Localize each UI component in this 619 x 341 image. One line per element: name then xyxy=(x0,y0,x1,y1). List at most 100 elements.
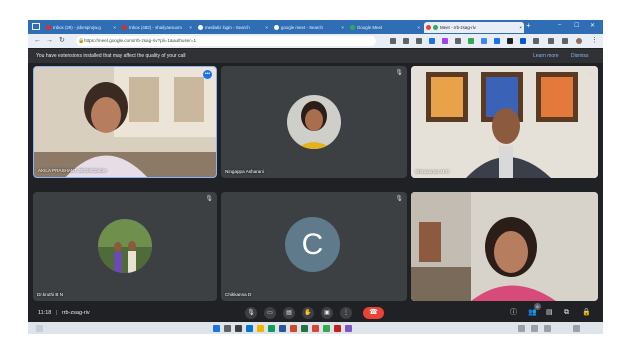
url-field[interactable]: 🔒 https://meet.google.com/rrb-zsag-riv?p… xyxy=(76,36,376,46)
close-icon[interactable]: × xyxy=(265,22,268,33)
google-icon xyxy=(274,24,279,30)
file-explorer-icon[interactable] xyxy=(257,325,264,332)
start-icon[interactable] xyxy=(213,325,220,332)
recording-icon xyxy=(426,24,431,30)
mic-off-icon: 🎙 xyxy=(205,196,213,202)
present-button[interactable]: ▣ xyxy=(321,307,333,319)
meet-icon xyxy=(433,24,438,30)
close-icon[interactable]: × xyxy=(519,22,522,33)
tab-google-meet-search[interactable]: google meet - Search × xyxy=(272,22,346,33)
camera-icon: ▭ xyxy=(267,310,273,316)
close-icon[interactable]: × xyxy=(113,22,116,33)
extension-icon[interactable] xyxy=(429,38,435,44)
system-tray-icon[interactable] xyxy=(518,325,525,332)
tab-bar: Inbox (29) - jsbesprojw.g × Inbox (482) -… xyxy=(28,20,603,34)
camera-button[interactable]: ▭ xyxy=(264,307,276,319)
chrome-icon[interactable] xyxy=(312,325,319,332)
extension-icon[interactable] xyxy=(442,38,448,44)
gmail-icon xyxy=(46,24,51,30)
participant-tile[interactable] xyxy=(411,192,598,301)
close-icon[interactable]: × xyxy=(417,22,420,33)
app-icon[interactable] xyxy=(334,325,341,332)
close-window-icon[interactable]: ✕ xyxy=(590,22,595,29)
close-icon[interactable]: × xyxy=(189,22,192,33)
dismiss-link[interactable]: Dismiss xyxy=(571,49,589,63)
lock-icon: 🔒 xyxy=(78,38,85,44)
volume-icon[interactable] xyxy=(544,325,551,332)
participant-tile[interactable]: 🎙 Ningappa Asharani xyxy=(221,66,407,178)
powerpoint-icon[interactable] xyxy=(290,325,297,332)
participant-tile[interactable]: 🎙 Shivakumar M G xyxy=(411,66,598,178)
sidebar-icon[interactable] xyxy=(562,38,568,44)
window-menu-icon[interactable] xyxy=(32,23,40,30)
meeting-controls-bar: 11:18 | rrb-zsag-riv 🎙 ▭ ▤ ✋ ▣ ⋮ ☎ ⓘ 👥 6… xyxy=(28,303,603,322)
extension-icon[interactable] xyxy=(455,38,461,44)
clock-icon[interactable] xyxy=(573,325,580,332)
extensions-warning-bar: You have extensions installed that may a… xyxy=(28,49,603,63)
mic-off-icon: 🎙 xyxy=(395,196,403,202)
tab-google-meet[interactable]: Google Meet × xyxy=(348,22,422,33)
participant-name: Ningappa Asharani xyxy=(225,169,264,174)
extension-icon[interactable] xyxy=(520,38,526,44)
meeting-details-icon[interactable]: ⓘ xyxy=(510,308,517,318)
more-options-icon[interactable]: ⋮ xyxy=(591,36,598,46)
network-icon[interactable] xyxy=(531,325,538,332)
task-view-icon[interactable] xyxy=(235,325,242,332)
bookmark-icon[interactable] xyxy=(416,38,422,44)
participant-avatar xyxy=(287,95,341,149)
participant-tile[interactable]: 🎙 Dr.kruthi B N xyxy=(33,192,217,301)
mic-button[interactable]: 🎙 xyxy=(245,307,257,319)
separator: | xyxy=(55,310,58,316)
more-options-button[interactable]: ⋮ xyxy=(340,307,352,319)
tab-mediatiz-search[interactable]: mediatiz login - Search × xyxy=(196,22,270,33)
learn-more-link[interactable]: Learn more xyxy=(533,49,559,63)
translate-icon[interactable] xyxy=(403,38,409,44)
edge-icon[interactable] xyxy=(246,325,253,332)
meeting-code: rrb-zsag-riv xyxy=(61,310,90,316)
raise-hand-button[interactable]: ✋ xyxy=(302,307,314,319)
word-icon[interactable] xyxy=(279,325,286,332)
host-controls-icon[interactable]: 🔒 xyxy=(582,308,591,318)
extension-icon[interactable] xyxy=(468,38,474,44)
extensions-puzzle-icon[interactable] xyxy=(548,38,554,44)
close-icon[interactable]: × xyxy=(341,22,344,33)
chat-icon[interactable]: ▤ xyxy=(546,308,553,318)
captions-button[interactable]: ▤ xyxy=(283,307,295,319)
extension-icon[interactable] xyxy=(533,38,539,44)
maximize-icon[interactable]: ☐ xyxy=(574,22,579,29)
browser-window: Inbox (29) - jsbesprojw.g × Inbox (482) -… xyxy=(28,20,603,322)
participant-tile[interactable]: C 🎙 Chikkanna D xyxy=(221,192,407,301)
extension-icon[interactable] xyxy=(507,38,513,44)
new-tab-icon[interactable]: + xyxy=(526,21,531,30)
participant-name: Chikkanna D xyxy=(225,292,252,297)
back-icon[interactable]: ← xyxy=(34,36,41,46)
minimize-icon[interactable]: – xyxy=(558,22,561,28)
activities-icon[interactable]: ⧉ xyxy=(564,308,569,318)
end-call-button[interactable]: ☎ xyxy=(363,307,384,319)
profile-avatar-icon[interactable] xyxy=(576,38,582,44)
address-bar: ← → ↻ 🔒 https://meet.google.com/rrb-zsag… xyxy=(28,34,603,48)
forward-icon[interactable]: → xyxy=(46,36,53,46)
participant-count-badge: 6 xyxy=(534,303,541,310)
app-icon[interactable] xyxy=(268,325,275,332)
os-taskbar xyxy=(28,322,603,334)
excel-icon[interactable] xyxy=(301,325,308,332)
reload-icon[interactable]: ↻ xyxy=(59,36,65,46)
extension-icon[interactable] xyxy=(481,38,487,44)
mic-off-icon: 🎙 xyxy=(586,70,594,76)
camera-indicator-icon[interactable] xyxy=(390,38,396,44)
participant-tile[interactable]: ••• AKILA PRASHANT JEGMCDuber xyxy=(33,66,217,178)
weather-icon[interactable] xyxy=(36,325,43,332)
captions-icon: ▤ xyxy=(286,310,292,316)
phone-hangup-icon: ☎ xyxy=(369,309,378,316)
tab-inbox-1[interactable]: Inbox (29) - jsbesprojw.g × xyxy=(44,22,118,33)
extension-icon[interactable] xyxy=(494,38,500,44)
tab-meet-active[interactable]: Meet - rrb-zsag-riv × xyxy=(424,22,524,33)
tab-inbox-2[interactable]: Inbox (482) - shailyaesuom × xyxy=(120,22,194,33)
search-icon[interactable] xyxy=(224,325,231,332)
meet-icon[interactable] xyxy=(323,325,330,332)
participant-name: AKILA PRASHANT JEGMCDuber xyxy=(38,168,107,173)
speaking-indicator-icon: ••• xyxy=(203,70,212,79)
participant-video xyxy=(411,66,598,178)
app-icon[interactable] xyxy=(345,325,352,332)
